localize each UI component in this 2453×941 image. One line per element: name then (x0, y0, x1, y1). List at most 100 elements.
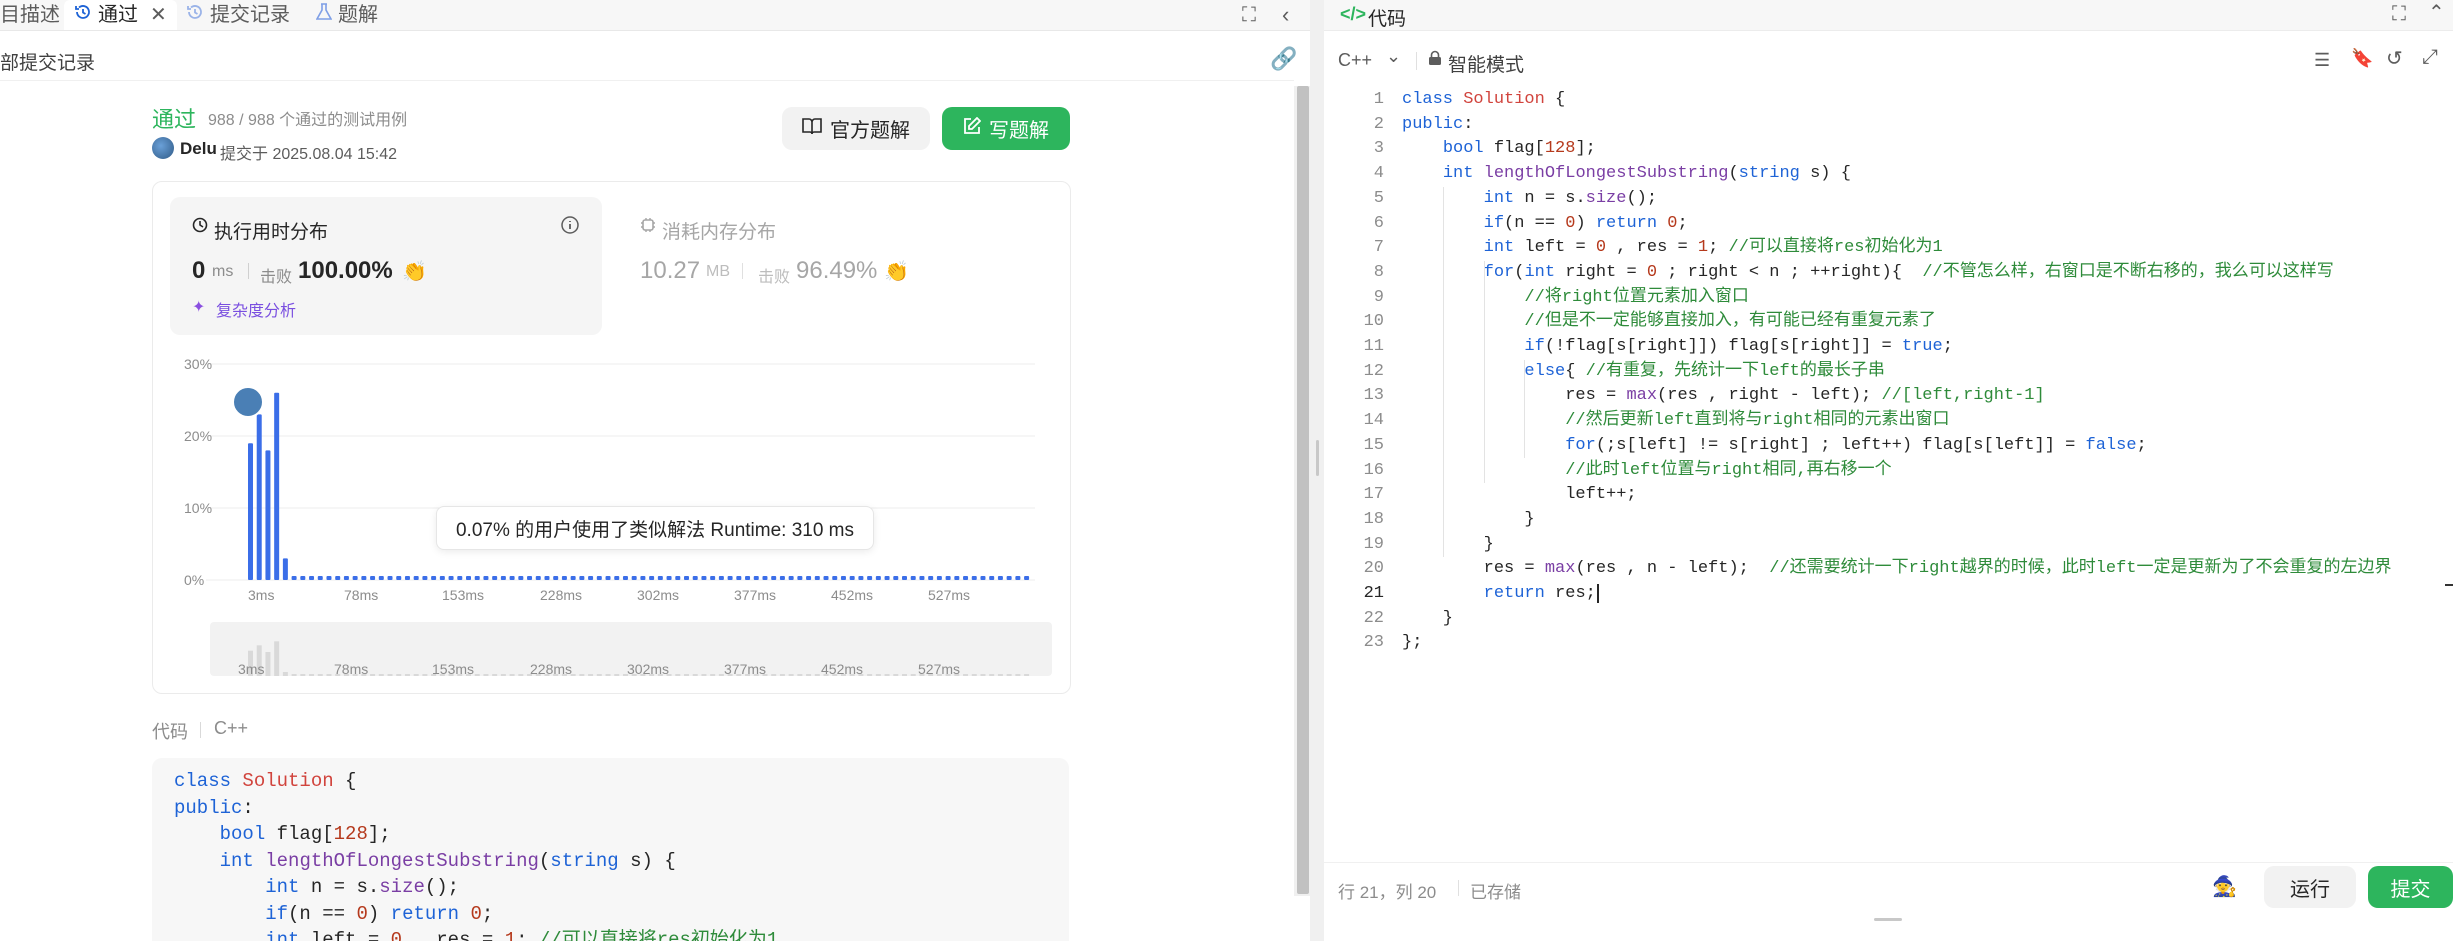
chart-bar[interactable] (317, 576, 323, 580)
code-line[interactable]: }; (1402, 631, 1422, 656)
code-line[interactable]: res = max(res , n - left); //还需要统计一下righ… (1402, 557, 2392, 582)
chart-bar[interactable] (448, 576, 454, 580)
chart-bar[interactable] (736, 576, 742, 580)
code-line[interactable]: int left = 0 , res = 1; //可以直接将res初始化为1 (1402, 236, 1943, 261)
chart-bar[interactable] (893, 576, 899, 580)
chart-bar[interactable] (466, 576, 471, 580)
link-icon[interactable]: 🔗 (1270, 46, 1297, 72)
scrollbar-thumb[interactable] (1297, 86, 1309, 894)
code-line[interactable]: bool flag[128]; (1402, 137, 1596, 162)
chart-bar[interactable] (640, 576, 646, 580)
chart-bar[interactable] (335, 576, 341, 580)
chart-bar[interactable] (396, 576, 402, 580)
chart-bar[interactable] (326, 576, 332, 580)
chart-bar[interactable] (910, 576, 916, 580)
fullscreen-icon[interactable]: ⛶ (1242, 4, 1256, 27)
chart-bar[interactable] (753, 576, 759, 580)
reset-icon[interactable]: ↺ (2386, 46, 2403, 71)
chart-bar[interactable] (492, 576, 498, 580)
chart-bar[interactable] (997, 576, 1003, 580)
code-line[interactable]: res = max(res , right - left); //[left,r… (1402, 384, 2045, 409)
tab-description[interactable]: 目描述 (0, 0, 60, 30)
chart-bar[interactable] (256, 414, 262, 580)
chart-bar[interactable] (745, 576, 751, 580)
chart-bar[interactable] (422, 576, 428, 580)
code-line[interactable]: } (1402, 508, 1534, 533)
chart-bar[interactable] (457, 576, 463, 580)
chart-bar[interactable] (936, 576, 942, 580)
language-select[interactable]: C++ (1338, 50, 1372, 71)
chart-bar[interactable] (980, 576, 986, 580)
code-line[interactable]: int lengthOfLongestSubstring(string s) { (1402, 162, 1851, 187)
chart-bar[interactable] (1015, 576, 1021, 580)
chart-bar[interactable] (806, 576, 812, 580)
chart-bar[interactable] (387, 576, 393, 580)
avatar[interactable] (152, 137, 174, 159)
code-editor[interactable]: 1 class Solution {2 public: 3 bool flag[128… (1324, 88, 2453, 848)
bookmark-icon[interactable]: 🔖 (2351, 48, 2373, 69)
chart-bar[interactable] (902, 576, 907, 580)
chart-bar[interactable] (788, 576, 794, 580)
chart-bar[interactable] (474, 576, 480, 580)
chart-bar[interactable] (518, 576, 524, 580)
chart-bar[interactable] (527, 576, 533, 580)
chart-bar[interactable] (867, 576, 873, 580)
chart-bar[interactable] (718, 576, 724, 580)
code-line[interactable]: for(;s[left] != s[right] ; left++) flag[… (1402, 434, 2147, 459)
chart-bar[interactable] (579, 576, 585, 580)
chart-bar[interactable] (666, 576, 672, 580)
tab-solutions[interactable]: 题解 (315, 0, 378, 30)
chevron-up-icon[interactable]: ⌃ (2428, 0, 2445, 25)
chart-bar[interactable] (771, 576, 777, 580)
code-line[interactable]: } (1402, 607, 1453, 632)
chart-bar[interactable] (274, 392, 280, 580)
chart-bar[interactable] (614, 576, 620, 580)
code-line[interactable]: return res; (1402, 582, 1599, 607)
chart-bar[interactable] (675, 576, 681, 580)
chart-bar[interactable] (413, 576, 419, 580)
chart-bar[interactable] (692, 576, 698, 580)
chart-bar[interactable] (1024, 576, 1030, 580)
chart-bar[interactable] (282, 558, 288, 580)
chart-bar[interactable] (265, 450, 271, 580)
chart-bar[interactable] (989, 576, 995, 580)
code-line[interactable]: int n = s.size(); (1402, 187, 1657, 212)
ai-assistant-icon[interactable]: 🧙 (2212, 874, 2237, 899)
chart-bar[interactable] (710, 576, 716, 580)
write-solution-button[interactable]: 写题解 (942, 107, 1070, 150)
code-line[interactable]: } (1402, 533, 1494, 558)
chart-bar[interactable] (928, 576, 934, 580)
chevron-down-icon[interactable]: ⌄ (1386, 46, 1401, 67)
official-solution-button[interactable]: 官方题解 (782, 107, 930, 150)
chart-bar[interactable] (1006, 576, 1012, 580)
memory-panel[interactable]: 消耗内存分布 10.27 MB 击败 96.49% 👏 (622, 197, 1052, 335)
chart-bar[interactable] (919, 576, 925, 580)
chart-bar[interactable] (361, 576, 367, 580)
code-line[interactable]: //但是不一定能够直接加入，有可能已经有重复元素了 (1402, 310, 1935, 335)
chart-bar[interactable] (343, 576, 349, 580)
code-line[interactable]: //此时left位置与right相同,再右移一个 (1402, 459, 1891, 484)
chart-bar[interactable] (823, 576, 829, 580)
code-line[interactable]: if(!flag[s[right]]) flag[s[right]] = tru… (1402, 335, 1952, 360)
chart-bar[interactable] (649, 576, 655, 580)
chart-bar[interactable] (840, 576, 846, 580)
chart-bar[interactable] (945, 576, 951, 580)
chart-bar[interactable] (814, 576, 820, 580)
chart-bar[interactable] (762, 576, 768, 580)
chart-bar[interactable] (832, 576, 838, 580)
chart-bar[interactable] (971, 576, 977, 580)
chart-bar[interactable] (370, 576, 376, 580)
chart-bar[interactable] (605, 576, 611, 580)
chart-bar[interactable] (570, 576, 576, 580)
username[interactable]: Delu (180, 139, 217, 159)
fullscreen-icon[interactable]: ⛶ (2392, 3, 2406, 26)
chart-bar[interactable] (535, 576, 541, 580)
chart-bar[interactable] (954, 576, 960, 580)
chart-bar[interactable] (483, 576, 489, 580)
chart-bar[interactable] (404, 576, 410, 580)
chart-bar[interactable] (439, 576, 445, 580)
chart-bar[interactable] (309, 576, 315, 580)
chart-bar[interactable] (291, 576, 297, 580)
chart-bar[interactable] (553, 576, 559, 580)
chart-bar[interactable] (352, 576, 358, 580)
